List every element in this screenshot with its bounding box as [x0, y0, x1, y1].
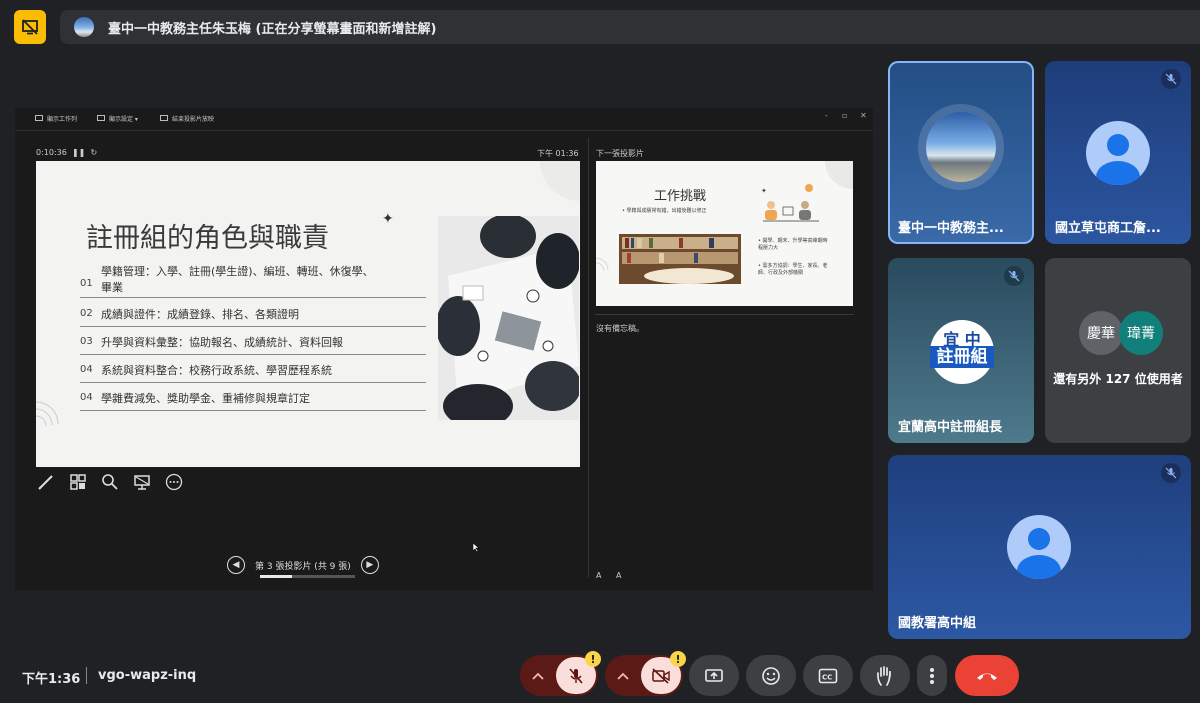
previous-slide-button[interactable]: ◀ [227, 556, 245, 574]
svg-text:CC: CC [822, 673, 832, 681]
emoji-icon [762, 666, 780, 685]
presenter-banner: 臺中一中教務主任朱玉梅 (正在分享螢幕畫面和新增註解) [60, 10, 1200, 44]
speaker-notes: 沒有備忘稿。 [596, 324, 644, 333]
next-slide-subtitle: • 學籍與成績常有錯，出錯後難以修正 [622, 208, 707, 214]
pause-icon: ❚❚ [71, 148, 86, 157]
next-slide-button[interactable]: ▶ [360, 556, 379, 574]
reset-icon: ↻ [90, 148, 98, 157]
svg-text:✦: ✦ [761, 187, 767, 195]
pane-divider [588, 138, 589, 578]
participant-tile[interactable]: 宜 中 註冊組 宜蘭高中註冊組長 [888, 258, 1034, 443]
decrease-font-button[interactable]: A [616, 571, 621, 580]
reactions-button[interactable] [746, 655, 796, 696]
video-options-button[interactable] [605, 655, 641, 696]
mic-off-icon [1161, 69, 1181, 89]
slide-progress-fill [260, 575, 292, 578]
close-window-button[interactable]: ✕ [860, 111, 867, 120]
mic-off-icon [1004, 266, 1024, 286]
slide-navigation: ◀ 第 3 張投影片 (共 9 張) ▶ [227, 556, 379, 574]
mouse-cursor-icon [473, 543, 480, 553]
slide-row: 04 學雜費減免、獎助學金、重補修與規章訂定 [80, 390, 426, 411]
shared-screen: 顯示工作列 顯示設定 ▾ 結束投影片放映 - ▫ ✕ 0:10:36 ❚❚ ↻ … [15, 108, 873, 590]
captions-icon: CC [818, 668, 838, 683]
default-avatar [1007, 515, 1071, 579]
leave-call-button[interactable] [955, 655, 1019, 696]
separator [86, 667, 87, 684]
slide-row: 01 學籍管理：入學、註冊(學生證)、編班、轉班、休復學、 畢業 [80, 264, 426, 298]
meeting-photo [438, 216, 579, 420]
see-all-slides-icon[interactable] [68, 472, 88, 492]
audio-options-button[interactable] [520, 655, 556, 696]
black-screen-icon[interactable] [132, 472, 152, 492]
captions-button[interactable]: CC [803, 655, 853, 696]
next-slide-label: 下一張投影片 [596, 149, 644, 158]
presenter-avatar [74, 17, 94, 37]
people-illustration: ✦ [761, 184, 819, 222]
presenter-banner-text: 臺中一中教務主任朱玉梅 (正在分享螢幕畫面和新增註解) [108, 21, 437, 37]
participant-tile[interactable]: 國教署高中組 [888, 455, 1191, 639]
participant-name: 國教署高中組 [898, 616, 977, 631]
chevron-up-icon [617, 672, 629, 680]
participant-avatar: 瑋菁 [1119, 311, 1163, 355]
present-now-button[interactable] [689, 655, 739, 696]
more-options-button[interactable] [917, 655, 947, 696]
camera-warning-icon: ! [670, 651, 686, 667]
mic-off-icon [569, 667, 583, 684]
increase-font-button[interactable]: A [596, 571, 601, 580]
sparkle-icon: ✦ [382, 211, 394, 227]
slide-arc-decoration [36, 401, 59, 427]
slide-title: 註冊組的角色與職責 [86, 223, 329, 254]
next-slide-bullet: • 開學、期末、升學等高峰期時程壓力大 [758, 238, 828, 251]
chevron-up-icon [532, 672, 544, 680]
maximize-button[interactable]: ▫ [842, 111, 847, 120]
more-participants-tile[interactable]: 慶華 瑋菁 還有另外 127 位使用者 [1045, 258, 1191, 443]
slide-row: 02 成績與證件：成績登錄、排名、各類證明 [80, 306, 426, 327]
slide-progress-bar [260, 575, 355, 578]
participant-tile[interactable]: 國立草屯商工詹... [1045, 61, 1191, 244]
mic-warning-icon: ! [585, 651, 601, 667]
zoom-icon[interactable] [100, 472, 120, 492]
raise-hand-icon [877, 665, 891, 686]
more-options-icon[interactable] [164, 472, 184, 492]
meeting-time: 下午1:36 [22, 672, 81, 687]
participant-tile[interactable]: 臺中一中教務主... [888, 61, 1034, 244]
participant-avatar [926, 112, 996, 182]
camera-off-icon [652, 667, 670, 684]
current-slide: 註冊組的角色與職責 ✦ 01 學籍管理：入學、註冊(學生證)、編班、轉班、休復學… [36, 161, 580, 467]
meeting-code[interactable]: vgo-wapz-inq [98, 668, 196, 683]
school-logo: 宜 中 註冊組 [930, 320, 994, 384]
slide-row: 04 系統與資料整合：校務行政系統、學習歷程系統 [80, 362, 426, 383]
bookshelf-image [619, 234, 741, 284]
more-icon [930, 667, 934, 684]
notes-divider [595, 314, 854, 315]
show-taskbar-button[interactable]: 顯示工作列 [35, 114, 77, 123]
participant-avatar: 慶華 [1079, 311, 1123, 355]
slide-tools [36, 472, 184, 492]
slide-row: 03 升學與資料彙整：協助報名、成績統計、資料回報 [80, 334, 426, 355]
more-participants-text: 還有另外 127 位使用者 [1053, 372, 1183, 386]
minimize-button[interactable]: - [825, 111, 828, 120]
mic-off-icon [1161, 463, 1181, 483]
next-slide-preview: 工作挑戰 • 學籍與成績常有錯，出錯後難以修正 ✦ • 開學、期末、升學等高峰期… [596, 161, 853, 306]
presenting-icon[interactable] [14, 10, 46, 44]
slide-counter: 第 3 張投影片 (共 9 張) [255, 561, 351, 572]
participant-name: 臺中一中教務主... [898, 221, 1004, 236]
display-settings-button[interactable]: 顯示設定 ▾ [97, 114, 138, 123]
pen-icon[interactable] [36, 472, 56, 492]
participant-name: 宜蘭高中註冊組長 [898, 420, 1003, 435]
present-icon [705, 668, 723, 682]
raise-hand-button[interactable] [860, 655, 910, 696]
next-slide-bullet: • 需多方協調：學生、家長、老師、行政及外部機關 [758, 263, 828, 276]
slideshow-timer: 0:10:36 ❚❚ ↻ [36, 148, 98, 157]
end-slideshow-button[interactable]: 結束投影片放映 [160, 114, 214, 123]
default-avatar [1086, 121, 1150, 185]
next-slide-title: 工作挑戰 [654, 189, 707, 204]
slide-decoration [540, 161, 580, 201]
hang-up-icon [977, 673, 997, 680]
participant-name: 國立草屯商工詹... [1055, 221, 1161, 236]
presenter-toolbar: 顯示工作列 顯示設定 ▾ 結束投影片放映 - ▫ ✕ [15, 108, 873, 131]
current-clock: 下午 01:36 [537, 149, 579, 158]
